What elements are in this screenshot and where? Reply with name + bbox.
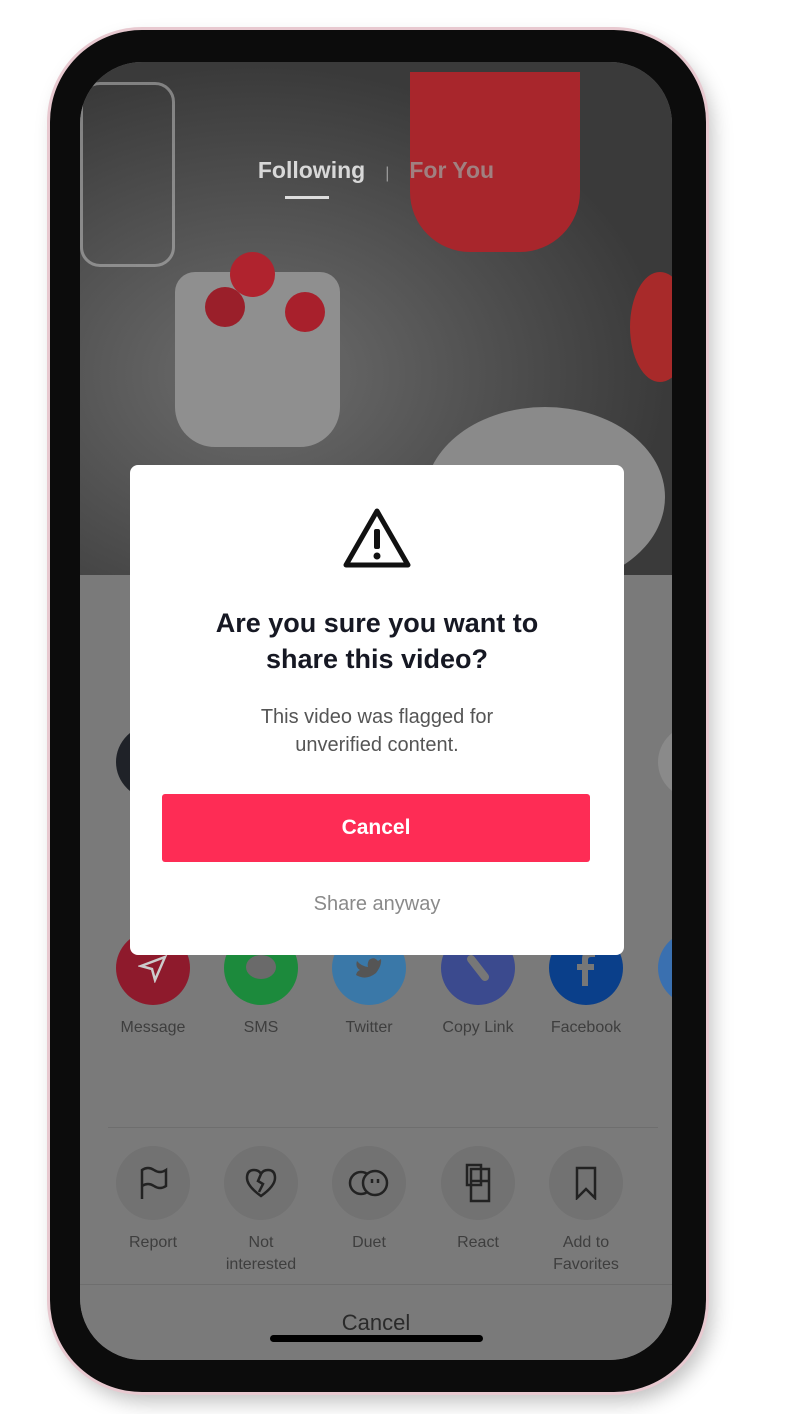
active-tab-indicator (285, 196, 329, 199)
cancel-button[interactable]: Cancel (162, 794, 590, 862)
tab-following[interactable]: Following (258, 157, 365, 184)
share-label: Message (120, 1019, 186, 1036)
share-label: Facebook (550, 1019, 622, 1036)
feed-tabs: Following | For You (80, 157, 672, 184)
home-indicator[interactable] (270, 1335, 483, 1342)
divider (80, 1284, 672, 1285)
action-label: Report (128, 1234, 178, 1251)
action-add-to-favorites[interactable]: Add to Favorites (532, 1146, 640, 1276)
share-label: SMS (243, 1019, 279, 1036)
share-warning-dialog: Are you sure you want to share this video… (130, 465, 624, 955)
tab-for-you[interactable]: For You (409, 157, 494, 184)
contact-avatar[interactable] (658, 725, 672, 799)
action-duet[interactable]: Duet (315, 1146, 423, 1254)
react-icon (441, 1146, 515, 1220)
action-label: Not interested (225, 1234, 297, 1273)
share-label: Copy Link (442, 1019, 514, 1036)
duet-icon (332, 1146, 406, 1220)
action-label: Add to Favorites (553, 1234, 619, 1273)
divider (108, 1127, 658, 1128)
dialog-title: Are you sure you want to share this video… (215, 608, 539, 674)
action-react[interactable]: React (424, 1146, 532, 1254)
strawberry (630, 272, 672, 382)
raspberry (285, 292, 325, 332)
action-report[interactable]: Report (99, 1146, 207, 1254)
flag-icon (116, 1146, 190, 1220)
more-share-icon[interactable] (658, 931, 672, 1005)
share-anyway-button[interactable]: Share anyway (130, 893, 624, 916)
sheet-cancel-button[interactable]: Cancel (80, 1310, 672, 1336)
action-label: React (457, 1234, 499, 1251)
broken-heart-icon (224, 1146, 298, 1220)
action-label: Duet (352, 1234, 386, 1251)
tab-separator: | (385, 165, 390, 182)
dialog-message: This video was flagged for unverified con… (260, 706, 494, 756)
share-label: Twitter (345, 1019, 393, 1036)
action-not-interested[interactable]: Not interested (207, 1146, 315, 1276)
bookmark-icon (549, 1146, 623, 1220)
warning-triangle-icon (343, 508, 411, 568)
raspberry (205, 287, 245, 327)
